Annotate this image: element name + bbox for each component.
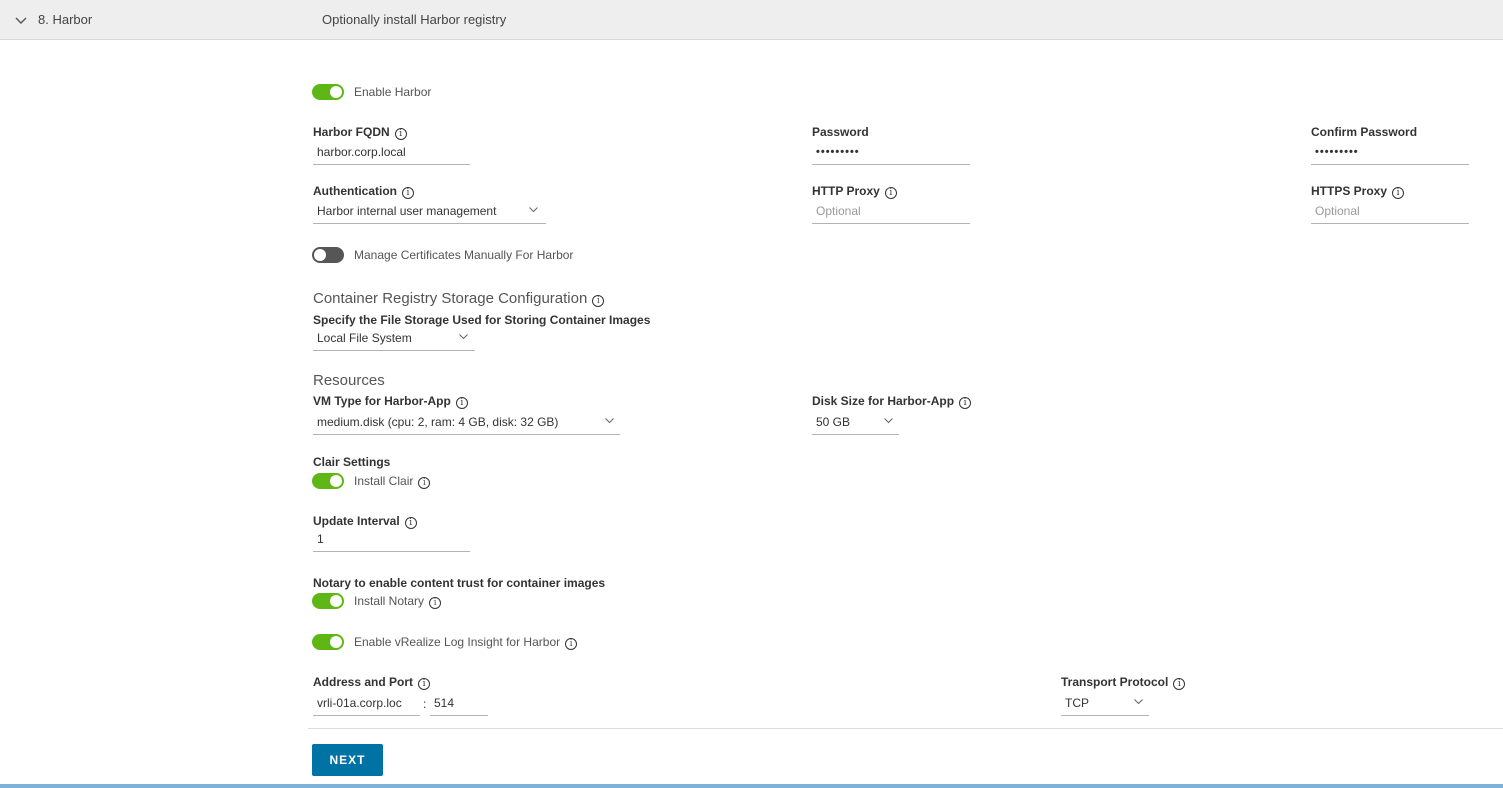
chevron-down-icon <box>884 418 893 424</box>
port-input[interactable]: 514 <box>430 692 488 716</box>
authentication-select[interactable]: Harbor internal user management <box>313 200 546 224</box>
address-port-label: Address and Port i <box>313 675 431 690</box>
http-proxy-input[interactable]: Optional <box>812 200 970 224</box>
https-proxy-label: HTTPS Proxy i <box>1311 184 1405 199</box>
transport-protocol-select[interactable]: TCP <box>1061 692 1149 716</box>
vm-type-label: VM Type for Harbor-App i <box>313 394 468 409</box>
chevron-down-icon <box>605 418 614 424</box>
http-proxy-label: HTTP Proxy i <box>812 184 897 199</box>
toggle-knob <box>314 249 326 261</box>
toggle-knob <box>330 595 342 607</box>
vm-type-select[interactable]: medium.disk (cpu: 2, ram: 4 GB, disk: 32… <box>313 411 620 435</box>
disk-size-label: Disk Size for Harbor-App i <box>812 394 972 409</box>
resources-section-title: Resources <box>313 372 385 389</box>
toggle-knob <box>330 475 342 487</box>
https-proxy-input[interactable]: Optional <box>1311 200 1469 224</box>
info-icon[interactable]: i <box>418 477 431 489</box>
log-insight-toggle[interactable] <box>312 634 344 650</box>
toggle-knob <box>330 636 342 648</box>
info-icon[interactable]: i <box>394 128 407 140</box>
storage-select[interactable]: Local File System <box>313 327 475 351</box>
storage-label: Specify the File Storage Used for Storin… <box>313 313 651 327</box>
password-input[interactable]: ••••••••• <box>812 141 970 165</box>
clair-settings-heading: Clair Settings <box>313 455 391 469</box>
manage-certificates-label: Manage Certificates Manually For Harbor <box>354 248 574 262</box>
install-notary-toggle[interactable] <box>312 593 344 609</box>
chevron-down-icon <box>459 334 468 340</box>
harbor-fqdn-label: Harbor FQDN i <box>313 125 407 140</box>
manage-certificates-toggle[interactable] <box>312 247 344 263</box>
disk-size-select[interactable]: 50 GB <box>812 411 899 435</box>
enable-harbor-toggle[interactable] <box>312 84 344 100</box>
info-icon[interactable]: i <box>429 597 442 609</box>
chevron-down-icon <box>1134 699 1143 705</box>
vm-type-value: medium.disk (cpu: 2, ram: 4 GB, disk: 32… <box>317 415 559 429</box>
info-icon[interactable]: i <box>418 678 431 690</box>
info-icon[interactable]: i <box>884 187 897 199</box>
disk-size-value: 50 GB <box>816 415 851 429</box>
log-insight-label: Enable vRealize Log Insight for Harbor i <box>354 635 578 650</box>
harbor-fqdn-input[interactable]: harbor.corp.local <box>313 141 470 165</box>
address-port-separator: : <box>423 697 427 711</box>
update-interval-input[interactable]: 1 <box>313 528 470 552</box>
storage-section-title: Container Registry Storage Configuration… <box>313 290 605 307</box>
divider <box>308 728 1503 729</box>
info-icon[interactable]: i <box>402 187 414 199</box>
info-icon[interactable]: i <box>1173 678 1186 690</box>
install-clair-label: Install Clair i <box>354 474 431 489</box>
confirm-password-label: Confirm Password <box>1311 125 1418 139</box>
info-icon[interactable]: i <box>455 397 468 409</box>
storage-value: Local File System <box>317 331 412 345</box>
transport-protocol-label: Transport Protocol i <box>1061 675 1186 690</box>
toggle-knob <box>330 86 342 98</box>
chevron-down-icon[interactable] <box>14 13 28 27</box>
step-description: Optionally install Harbor registry <box>322 12 507 27</box>
confirm-password-input[interactable]: ••••••••• <box>1311 141 1469 165</box>
chevron-down-icon <box>529 207 538 213</box>
info-icon[interactable]: i <box>959 397 972 409</box>
install-notary-label: Install Notary i <box>354 594 442 609</box>
info-icon[interactable]: i <box>1392 187 1405 199</box>
password-label: Password <box>812 125 869 139</box>
address-input[interactable]: vrli-01a.corp.loc <box>313 692 420 716</box>
authentication-value: Harbor internal user management <box>317 204 497 218</box>
notary-heading: Notary to enable content trust for conta… <box>313 576 606 590</box>
info-icon[interactable]: i <box>592 295 605 307</box>
authentication-label: Authentication i <box>313 184 414 199</box>
transport-protocol-value: TCP <box>1065 696 1089 710</box>
install-clair-toggle[interactable] <box>312 473 344 489</box>
next-button[interactable]: NEXT <box>312 744 383 776</box>
enable-harbor-label: Enable Harbor <box>354 85 432 99</box>
section-header[interactable]: 8. Harbor Optionally install Harbor regi… <box>0 0 1503 40</box>
info-icon[interactable]: i <box>565 638 578 650</box>
step-title: 8. Harbor <box>38 12 93 27</box>
update-interval-label: Update Interval i <box>313 514 417 529</box>
bottom-bar <box>0 784 1503 788</box>
